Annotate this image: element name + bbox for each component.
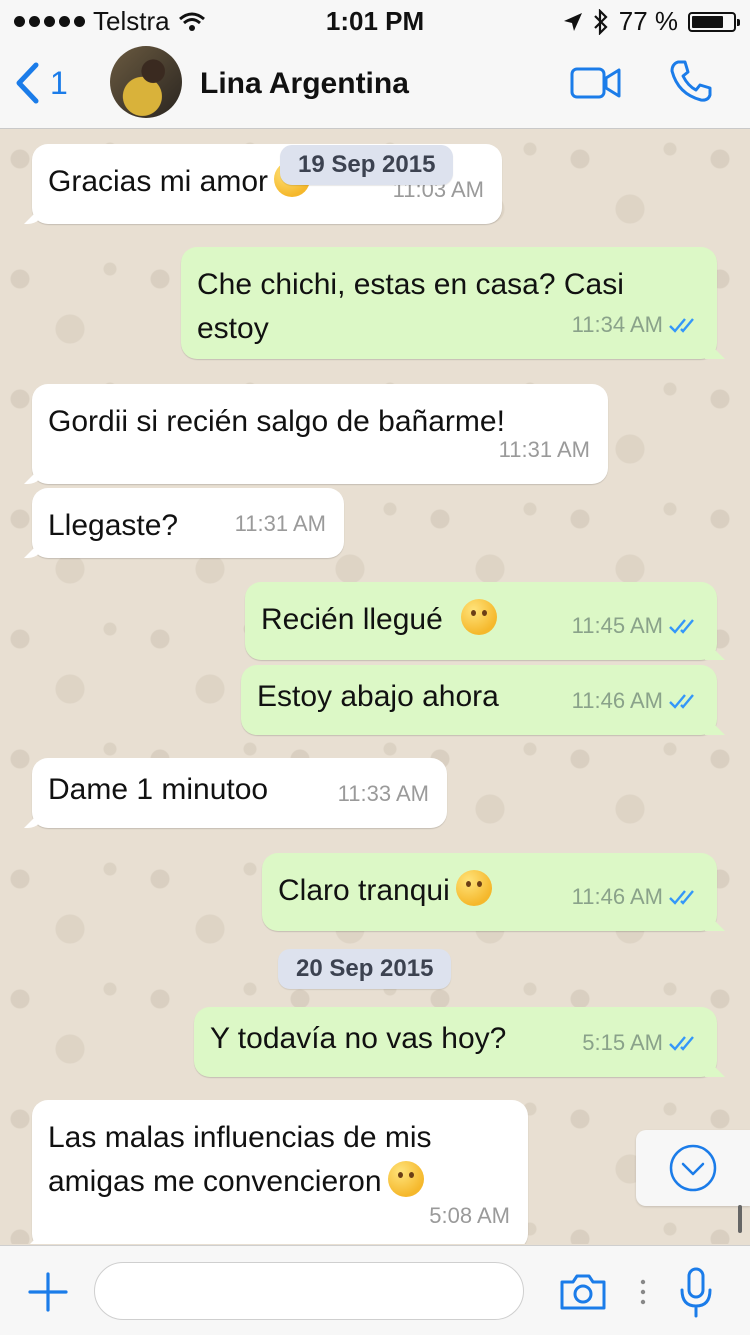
back-chevron-icon [16,62,39,104]
message-text: Gracias mi amor [48,165,269,198]
message-bubble-outgoing[interactable]: Recién llegué 11:45 AM [245,582,717,660]
message-meta: 11:33 AM [338,772,429,816]
read-receipt-icon [669,619,694,634]
message-bubble-incoming[interactable]: Dame 1 minutoo 11:33 AM [32,758,447,828]
message-input[interactable] [94,1262,524,1320]
microphone-icon[interactable] [676,1266,716,1318]
message-text: Dame 1 minutoo [48,773,269,806]
date-separator: 19 Sep 2015 [280,145,454,185]
bluetooth-icon [593,8,608,35]
phone-icon[interactable] [668,58,714,104]
message-text: Estoy abajo ahora [257,680,499,713]
message-time: 11:46 AM [571,884,663,909]
status-right-group: 77 % [563,6,740,37]
wink-emoji-icon [460,599,497,635]
message-bubble-incoming[interactable]: Llegaste? 11:31 AM [32,488,344,558]
message-text: Claro tranqui [278,874,450,907]
chat-header: 1 Lina Argentina [0,40,750,129]
message-meta: 11:46 AM [572,679,699,723]
message-time: 11:45 AM [571,613,663,638]
battery-icon [688,11,740,32]
video-call-icon[interactable] [570,66,622,100]
message-meta: 11:34 AM [572,303,699,347]
message-time: 5:15 AM [582,1030,663,1055]
read-receipt-icon [669,694,694,709]
message-text: Llegaste? [48,509,179,542]
message-text: Che chichi, estas en casa? Casi estoy [197,268,624,345]
message-time: 11:31 AM [498,437,590,462]
input-bar [0,1245,750,1335]
message-bubble-incoming[interactable]: Gordii si recién salgo de bañarme! 11:31… [32,384,608,484]
camera-icon[interactable] [558,1272,608,1312]
scroll-to-bottom-button[interactable] [636,1130,750,1206]
message-bubble-outgoing[interactable]: Che chichi, estas en casa? Casi estoy 11… [181,247,717,359]
message-meta: 11:31 AM [235,502,326,546]
chat-area[interactable]: Gracias mi amor 11:03 AM 19 Sep 2015 Che… [0,129,750,1244]
message-text: Las malas influencias de mis amigas me c… [48,1121,432,1198]
battery-percent: 77 % [618,6,678,36]
location-arrow-icon [563,12,582,31]
message-text: Recién llegué [261,603,443,636]
plus-icon[interactable] [28,1272,68,1312]
grin-emoji-icon [387,1161,424,1197]
more-dots-icon [640,1279,646,1305]
message-time: 11:34 AM [571,312,663,337]
message-meta: 11:31 AM [499,428,590,472]
message-meta: 11:45 AM [572,604,699,648]
contact-avatar[interactable] [110,46,182,118]
back-button[interactable]: 1 [14,62,68,104]
read-receipt-icon [669,890,694,905]
message-time: 5:08 AM [429,1203,510,1228]
message-time: 11:46 AM [571,688,663,713]
battery-fill [692,15,723,28]
scrollbar[interactable] [738,1205,742,1233]
contact-name[interactable]: Lina Argentina [200,67,409,101]
read-receipt-icon [669,1036,694,1051]
message-bubble-outgoing[interactable]: Y todavía no vas hoy? 5:15 AM [194,1007,717,1077]
message-bubble-outgoing[interactable]: Claro tranqui 11:46 AM [262,853,717,931]
message-meta: 5:15 AM [582,1021,699,1065]
chevron-down-icon [669,1144,717,1192]
message-meta: 11:46 AM [572,875,699,919]
kiss-emoji-icon [455,870,492,906]
message-text: Y todavía no vas hoy? [210,1022,507,1055]
message-time: 11:33 AM [337,781,429,806]
date-separator: 20 Sep 2015 [278,949,452,989]
unread-count: 1 [50,64,68,101]
status-bar: Telstra 1:01 PM 77 % [0,0,750,40]
message-bubble-incoming[interactable]: Las malas influencias de mis amigas me c… [32,1100,528,1244]
message-time: 11:31 AM [234,511,326,536]
message-bubble-outgoing[interactable]: Estoy abajo ahora 11:46 AM [241,665,717,735]
message-meta: 5:08 AM [429,1194,510,1238]
message-text: Gordii si recién salgo de bañarme! [48,405,505,438]
read-receipt-icon [669,318,694,333]
